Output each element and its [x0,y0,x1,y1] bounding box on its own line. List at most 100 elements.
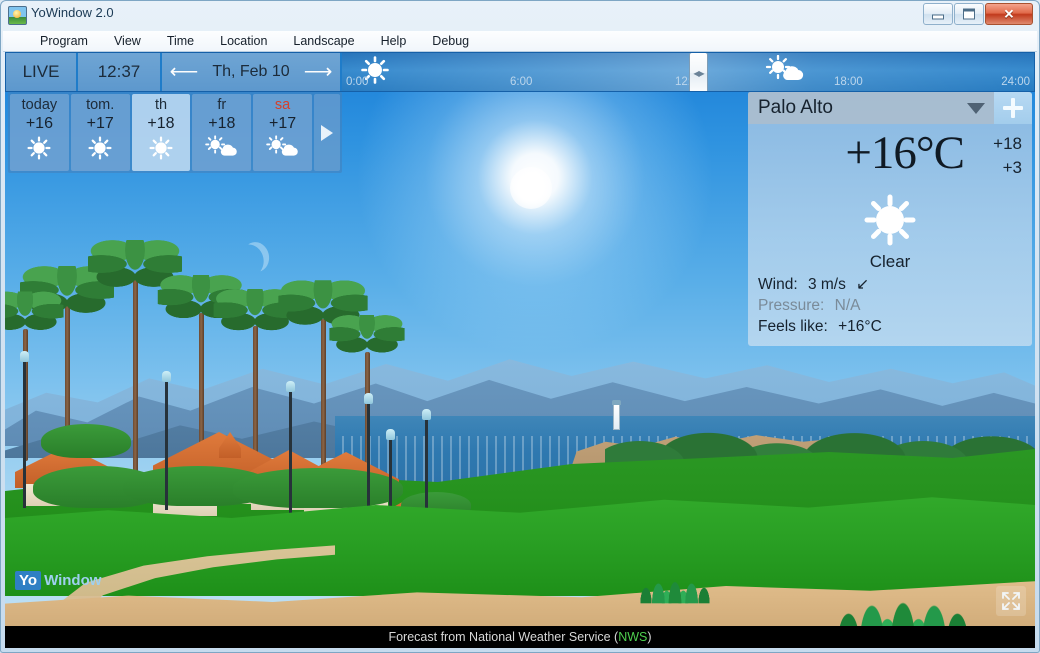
wind-value: 3 m/s [807,276,846,293]
chevron-down-icon [967,102,985,114]
forecast-day-th[interactable]: th +18 [131,94,191,171]
day-temperature: +17 [86,114,114,132]
pressure-label: Pressure: [758,297,825,314]
condition-text: Clear [869,252,911,271]
sun-icon [26,135,52,166]
crescent-moon [240,240,272,275]
villa-tower [219,432,241,458]
close-icon: ✕ [1003,6,1015,22]
feels-like-detail: Feels like: +16°C [748,315,1032,336]
menu-item-time[interactable]: Time [154,32,207,50]
sun-in-sky [510,167,552,209]
logo-yo: Yo [15,571,42,590]
day-label: today [21,97,58,113]
fullscreen-icon [1002,592,1020,610]
yowindow-app-window: YoWindow 2.0 ✕ Program View Time Locatio… [0,0,1040,653]
feels-like-value: +16°C [838,318,882,335]
forecast-source-text: Forecast from National Weather Service (… [388,630,651,644]
status-bar: Forecast from National Weather Service (… [5,626,1035,648]
sun-behind-cloud-icon [764,54,806,90]
shrub [233,468,403,508]
time-toolbar: LIVE 12:37 ⟵ Th, Feb 10 ⟶ 0:00 6:00 18:0… [5,52,1035,92]
fullscreen-button[interactable] [996,586,1026,616]
day-label: th [154,97,168,113]
current-weather-panel: Palo Alto +16°C +18 +3 Clear Wind: 3 m/s… [748,92,1032,346]
wind-label: Wind: [758,276,798,293]
condition-icon-wrap [748,192,1032,250]
shrub [41,424,131,458]
drag-handle-icon: ◀▶ [693,68,704,78]
temperature-low: +3 [1002,158,1022,177]
timeline-handle[interactable]: ◀▶ [689,53,708,91]
location-dropdown-button[interactable] [958,92,994,124]
forecast-day-tomorrow[interactable]: tom. +17 [70,94,130,171]
menu-item-view[interactable]: View [101,32,154,50]
current-temperature: +16°C [845,127,965,179]
forecast-day-sa[interactable]: sa +17 [253,94,312,171]
forecast-day-fr[interactable]: fr +18 [192,94,252,171]
day-label: tom. [86,97,115,113]
sun-icon [864,194,916,246]
logo-window: Window [44,572,102,589]
next-days-button[interactable] [313,94,340,171]
forecast-day-today[interactable]: today +16 [10,94,69,171]
add-location-button[interactable] [994,92,1032,124]
status-prefix: Forecast from National Weather Service ( [388,630,619,644]
minimize-button[interactable] [923,3,953,25]
yowindow-app-icon [8,6,27,25]
forecast-day-strip: today +16 tom. +17 th +18 fr +18 sa +17 [8,92,342,173]
sun-icon [148,135,174,166]
sun-behind-cloud-icon [265,135,301,164]
sun-behind-cloud-icon [204,135,240,164]
clock-display[interactable]: 12:37 [78,53,162,91]
menu-item-program[interactable]: Program [27,32,101,50]
sun-icon [87,135,113,166]
street-lamp [286,381,295,514]
timeline-tick: 18:00 [834,76,863,88]
window-title: YoWindow 2.0 [31,5,114,20]
timeline-tick: 0:00 [346,76,369,88]
yowindow-logo: Yo Window [15,571,101,590]
pressure-value: N/A [834,297,861,314]
street-lamp [162,371,171,510]
menu-item-location[interactable]: Location [207,32,280,50]
temperature-high: +18 [993,134,1022,153]
chevron-right-icon [320,124,333,141]
wind-detail: Wind: 3 m/s ↙ [748,272,1032,294]
plus-icon [1003,98,1023,118]
live-button[interactable]: LIVE [6,53,78,91]
day-temperature: +16 [25,114,53,132]
agave-plant [640,558,710,604]
agave-plant [838,559,968,626]
close-button[interactable]: ✕ [985,3,1033,25]
street-lamp [422,409,431,522]
pressure-detail: Pressure: N/A [748,294,1032,315]
arrow-right-icon[interactable]: ⟶ [304,62,333,82]
menu-item-help[interactable]: Help [368,32,420,50]
day-label: fr [217,97,227,113]
day-timeline[interactable]: 0:00 6:00 12:00 18:00 24:00 ◀▶ [342,53,1034,91]
nws-link[interactable]: NWS [618,630,647,644]
current-date: Th, Feb 10 [212,63,290,80]
street-lamp [364,393,373,518]
feels-like-label: Feels like: [758,318,828,335]
title-bar: YoWindow 2.0 ✕ [0,0,1040,29]
menu-item-debug[interactable]: Debug [419,32,482,50]
day-temperature: +18 [147,114,175,132]
day-label: sa [274,97,291,113]
menu-bar: Program View Time Location Landscape Hel… [3,31,1037,52]
temperature-row: +16°C +18 +3 [748,124,1032,190]
arrow-left-icon[interactable]: ⟵ [170,62,199,82]
menu-item-landscape[interactable]: Landscape [280,32,367,50]
status-suffix: ) [647,630,652,644]
maximize-button[interactable] [954,3,984,25]
location-row: Palo Alto [748,92,1032,124]
date-navigator: ⟵ Th, Feb 10 ⟶ [162,53,342,91]
timeline-tick: 24:00 [1001,76,1030,88]
window-controls: ✕ [923,3,1033,25]
day-temperature: +18 [208,114,236,132]
day-temperature: +17 [269,114,297,132]
street-lamp [20,351,29,508]
location-name[interactable]: Palo Alto [748,92,958,124]
timeline-tick: 6:00 [510,76,533,88]
